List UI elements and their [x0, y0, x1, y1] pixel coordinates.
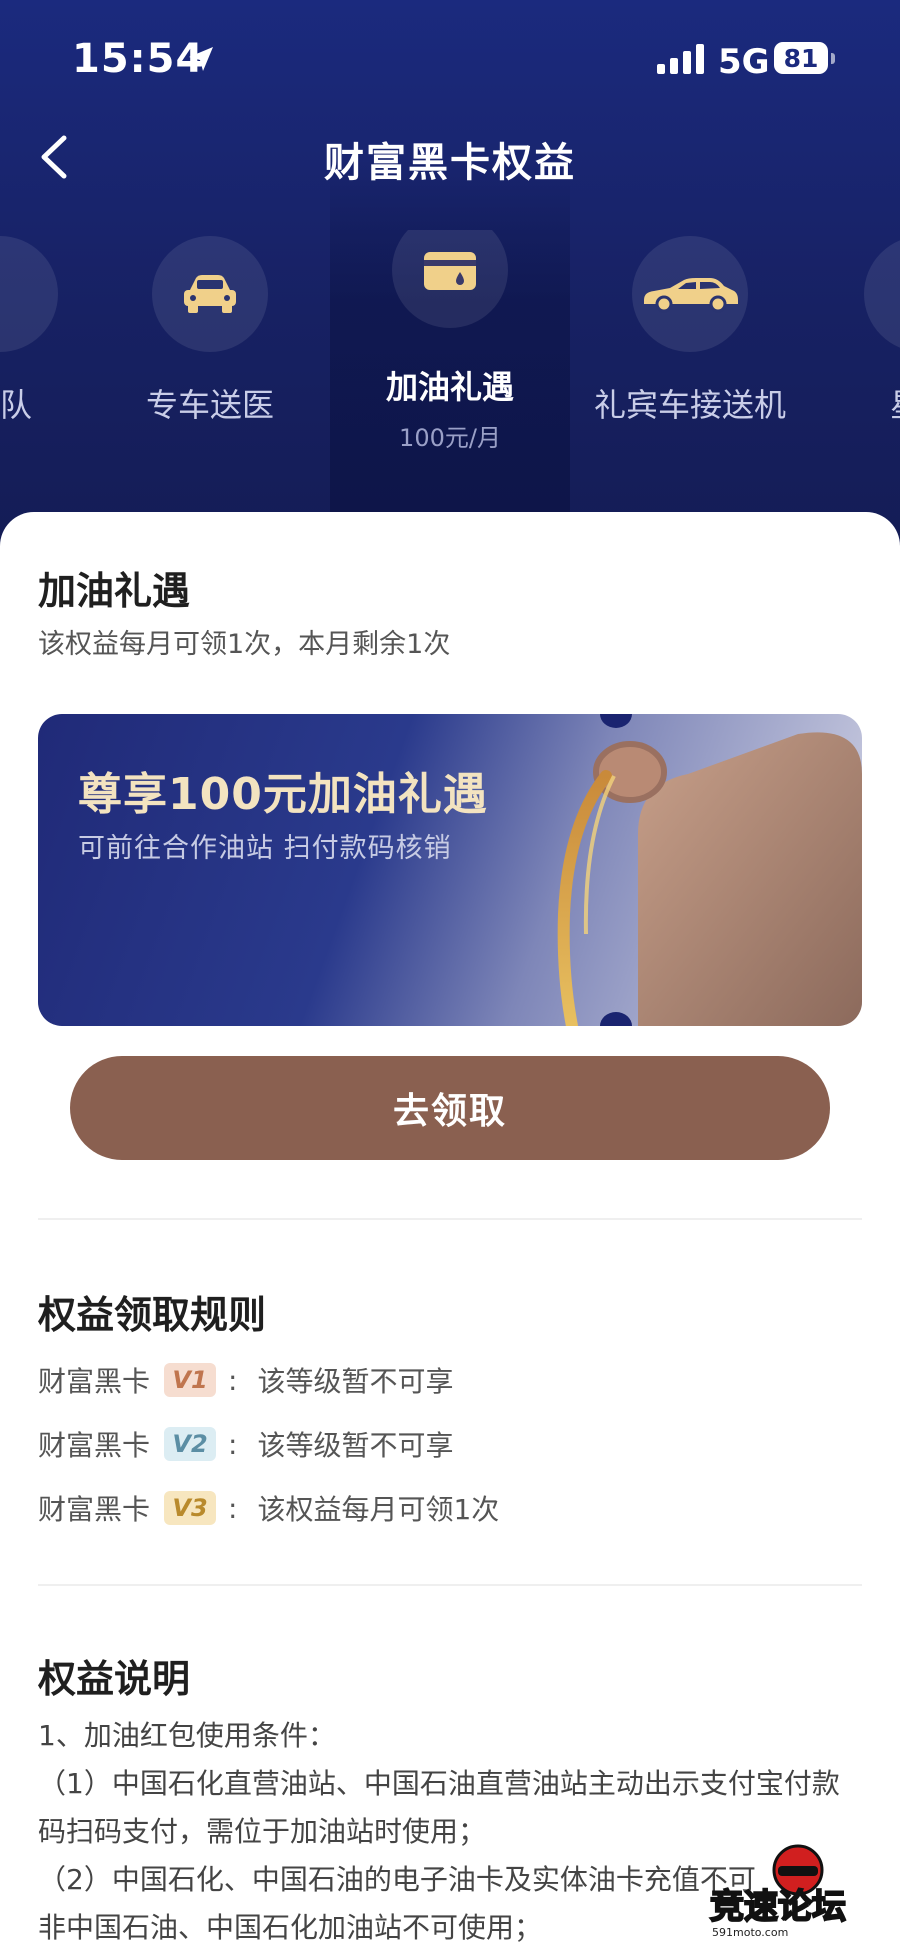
banner-title: 尊享100元加油礼遇 [78, 769, 488, 820]
card-name: 财富黑卡 [38, 1493, 151, 1526]
level-badge-v2: V2 [164, 1427, 217, 1461]
rule-text: 该等级暂不可享 [257, 1429, 454, 1462]
banner-subtitle: 可前往合作油站 扫付款码核销 [78, 833, 452, 864]
tab-label: 团队 [0, 386, 32, 424]
benefit-title: 加油礼遇 [38, 569, 191, 613]
benefit-banner: 尊享100元加油礼遇 可前往合作油站 扫付款码核销 [38, 714, 862, 1026]
description-line: （1）中国石化直营油站、中国石油直营油站主动出示支付宝付款 [38, 1767, 840, 1800]
rule-row-v3: 财富黑卡 V3 : 该权益每月可领1次 [38, 1488, 499, 1528]
status-time: 15:54 [72, 36, 205, 82]
tab-sublabel: 100元/月 [399, 424, 501, 450]
network-type: 5G [718, 42, 770, 82]
team-icon [0, 236, 58, 352]
divider [38, 1584, 862, 1586]
level-badge-v3: V3 [164, 1491, 217, 1525]
tab-starbucks[interactable]: 星巴 [822, 236, 900, 426]
car-icon [152, 236, 268, 352]
tab-expert-team[interactable]: 团队 [0, 236, 100, 426]
tab-label: 专车送医 [145, 386, 274, 424]
tab-label: 加油礼遇 [385, 368, 514, 406]
tab-car-to-hospital[interactable]: 专车送医 [110, 236, 310, 426]
location-arrow-icon [189, 47, 213, 71]
description-title: 权益说明 [38, 1657, 191, 1701]
battery-icon: 81 [774, 42, 836, 76]
divider [38, 1218, 862, 1220]
page-title: 财富黑卡权益 [324, 140, 576, 186]
rule-row-v1: 财富黑卡 V1 : 该等级暂不可享 [38, 1360, 453, 1400]
watermark-text: 竞速论坛 [710, 1887, 846, 1927]
sedan-icon [632, 236, 748, 352]
level-badge-v1: V1 [164, 1363, 217, 1397]
oil-bottle-image [557, 732, 862, 1026]
signal-icon [657, 44, 704, 74]
benefit-detail-sheet: 加油礼遇 该权益每月可领1次，本月剩余1次 尊享100元加油礼遇 可前往合作油站… [0, 512, 900, 1948]
description-line: 1、加油红包使用条件： [38, 1719, 336, 1752]
claim-button[interactable]: 去领取 [70, 1056, 830, 1160]
tab-airport-transfer[interactable]: 礼宾车接送机 [590, 236, 790, 426]
status-bar: 15:54 5G 81 [0, 0, 900, 120]
card-name: 财富黑卡 [38, 1365, 151, 1398]
battery-level: 81 [774, 42, 828, 74]
benefit-tabs: 团队 专车送医 加油礼遇 100元/月 [0, 230, 900, 450]
benefit-subtitle: 该权益每月可领1次，本月剩余1次 [38, 629, 451, 660]
forum-watermark-logo: 竞速论坛 591moto.com [709, 1844, 847, 1939]
card-name: 财富黑卡 [38, 1429, 151, 1462]
rule-text: 该权益每月可领1次 [257, 1493, 500, 1526]
coffee-icon [864, 236, 900, 352]
fuel-card-icon [392, 230, 508, 328]
rule-text: 该等级暂不可享 [257, 1365, 454, 1398]
rule-row-v2: 财富黑卡 V2 : 该等级暂不可享 [38, 1424, 453, 1464]
tab-label: 礼宾车接送机 [593, 386, 786, 424]
watermark-site: 591moto.com [712, 1926, 788, 1939]
tab-label: 星巴 [822, 380, 900, 426]
tab-fuel-benefit[interactable]: 加油礼遇 100元/月 [350, 230, 550, 450]
rules-title: 权益领取规则 [38, 1293, 267, 1337]
